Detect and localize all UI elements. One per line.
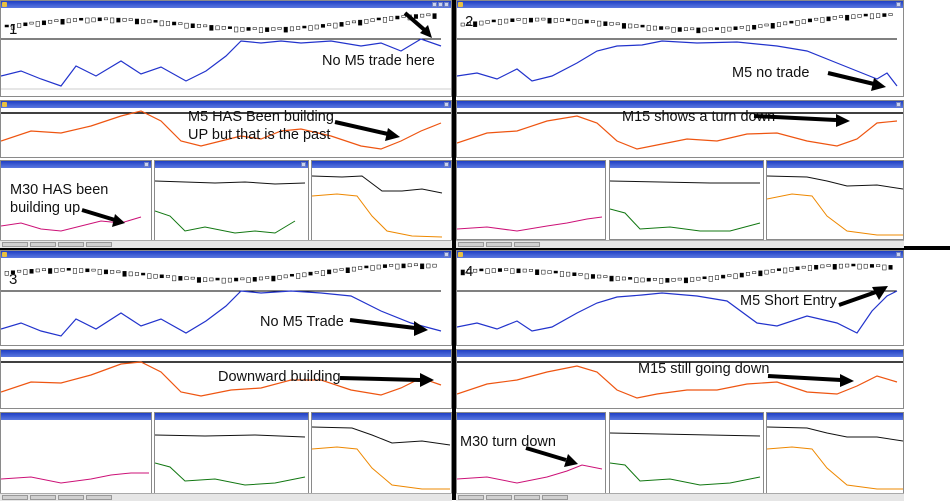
annotation-arrows (753, 71, 886, 127)
annotation-arrows (339, 318, 434, 387)
annotation-arrows (81, 11, 432, 227)
annotation-arrows (525, 286, 888, 467)
